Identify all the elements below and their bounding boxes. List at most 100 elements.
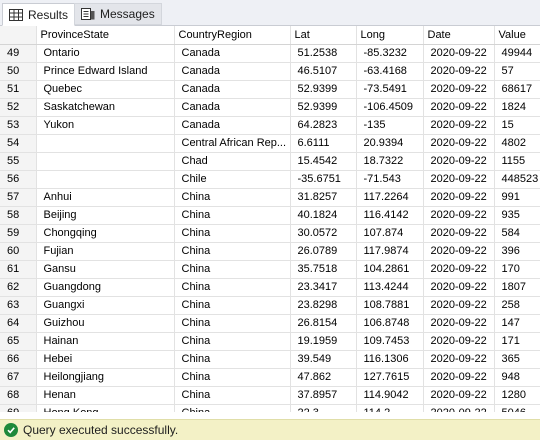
cell-value[interactable]: 171 [494, 332, 540, 351]
cell-lat[interactable]: 26.0789 [290, 242, 357, 261]
cell-value[interactable]: 935 [494, 206, 540, 225]
cell-lat[interactable]: 22.3 [290, 404, 357, 412]
row-number[interactable]: 57 [0, 188, 37, 207]
table-row[interactable]: 69Hong KongChina22.3114.22020-09-225046 [0, 404, 540, 412]
cell-value[interactable]: 15 [494, 116, 540, 135]
cell-countryregion[interactable]: Chile [174, 170, 291, 189]
cell-long[interactable]: -63.4168 [356, 62, 424, 81]
table-row[interactable]: 57 Anhui China 31.8257 117.2264 2020-09-22 991 [0, 188, 540, 207]
cell-long[interactable]: 113.4244 [356, 278, 424, 297]
table-row[interactable]: 55 Chad 15.4542 18.7322 2020-09-22 1155 [0, 152, 540, 171]
cell-long[interactable]: 106.8748 [356, 314, 424, 333]
cell-provincestate[interactable]: Anhui [36, 188, 175, 207]
cell-countryregion[interactable]: China [174, 368, 291, 387]
cell-date[interactable]: 2020-09-22 [423, 368, 495, 387]
cell-value[interactable]: 258 [494, 296, 540, 315]
cell-long[interactable]: 117.9874 [356, 242, 424, 261]
cell-long[interactable]: 18.7322 [356, 152, 424, 171]
cell-date[interactable]: 2020-09-22 [423, 350, 495, 369]
cell-lat[interactable]: -35.6751 [290, 170, 357, 189]
cell-provincestate[interactable]: Quebec [36, 80, 175, 99]
cell-date[interactable]: 2020-09-22 [423, 206, 495, 225]
cell-provincestate[interactable]: Hainan [36, 332, 175, 351]
cell-date[interactable]: 2020-09-22 [423, 296, 495, 315]
cell-provincestate[interactable]: Henan [36, 386, 175, 405]
cell-lat[interactable]: 47.862 [290, 368, 357, 387]
table-row[interactable]: 50 Prince Edward Island Canada 46.5107 -63.4… [0, 62, 540, 81]
column-header-provincestate[interactable]: ProvinceState [36, 26, 175, 45]
cell-provincestate[interactable]: Heilongjiang [36, 368, 175, 387]
cell-provincestate[interactable]: Saskatchewan [36, 98, 175, 117]
cell-long[interactable]: -135 [356, 116, 424, 135]
cell-date[interactable]: 2020-09-22 [423, 224, 495, 243]
row-number[interactable]: 58 [0, 206, 37, 225]
cell-long[interactable]: -85.3232 [356, 44, 424, 63]
table-row[interactable]: 66 Hebei China 39.549 116.1306 2020-09-22 365 [0, 350, 540, 369]
cell-date[interactable]: 2020-09-22 [423, 134, 495, 153]
cell-lat[interactable]: 52.9399 [290, 98, 357, 117]
cell-date[interactable]: 2020-09-22 [423, 44, 495, 63]
table-row[interactable]: 49 Ontario Canada 51.2538 -85.3232 2020-09-22… [0, 44, 540, 63]
row-number[interactable]: 64 [0, 314, 37, 333]
row-number[interactable]: 68 [0, 386, 37, 405]
table-row[interactable]: 67 Heilongjiang China 47.862 127.7615 2020-09… [0, 368, 540, 387]
cell-lat[interactable]: 35.7518 [290, 260, 357, 279]
cell-date[interactable]: 2020-09-22 [423, 116, 495, 135]
table-row[interactable]: 60 Fujian China 26.0789 117.9874 2020-09-22 39… [0, 242, 540, 261]
cell-long[interactable]: 109.7453 [356, 332, 424, 351]
cell-countryregion[interactable]: Canada [174, 116, 291, 135]
cell-date[interactable]: 2020-09-22 [423, 188, 495, 207]
cell-lat[interactable]: 23.8298 [290, 296, 357, 315]
cell-date[interactable]: 2020-09-22 [423, 98, 495, 117]
row-number[interactable]: 69 [0, 404, 37, 412]
cell-lat[interactable]: 26.8154 [290, 314, 357, 333]
cell-countryregion[interactable]: Canada [174, 98, 291, 117]
cell-countryregion[interactable]: China [174, 386, 291, 405]
cell-date[interactable]: 2020-09-22 [423, 80, 495, 99]
cell-countryregion[interactable]: China [174, 206, 291, 225]
cell-value[interactable]: 147 [494, 314, 540, 333]
table-row[interactable]: 53 Yukon Canada 64.2823 -135 2020-09-22 15 [0, 116, 540, 135]
row-number[interactable]: 54 [0, 134, 37, 153]
cell-value[interactable]: 365 [494, 350, 540, 369]
cell-value[interactable]: 396 [494, 242, 540, 261]
row-number[interactable]: 62 [0, 278, 37, 297]
cell-countryregion[interactable]: China [174, 350, 291, 369]
cell-value[interactable]: 5046 [494, 404, 540, 412]
cell-long[interactable]: 104.2861 [356, 260, 424, 279]
cell-value[interactable]: 68617 [494, 80, 540, 99]
cell-provincestate[interactable]: Hebei [36, 350, 175, 369]
column-header-value[interactable]: Value [494, 26, 540, 45]
cell-lat[interactable]: 46.5107 [290, 62, 357, 81]
cell-lat[interactable]: 51.2538 [290, 44, 357, 63]
cell-long[interactable]: -73.5491 [356, 80, 424, 99]
cell-provincestate[interactable]: Guangdong [36, 278, 175, 297]
cell-countryregion[interactable]: China [174, 314, 291, 333]
row-number-header[interactable] [0, 26, 37, 45]
cell-date[interactable]: 2020-09-22 [423, 62, 495, 81]
cell-value[interactable]: 57 [494, 62, 540, 81]
cell-date[interactable]: 2020-09-22 [423, 170, 495, 189]
row-number[interactable]: 53 [0, 116, 37, 135]
cell-value[interactable]: 49944 [494, 44, 540, 63]
results-grid[interactable]: ProvinceState CountryRegion Lat Long Dat… [0, 26, 540, 412]
cell-provincestate[interactable] [36, 152, 175, 171]
cell-provincestate[interactable]: Gansu [36, 260, 175, 279]
row-number[interactable]: 63 [0, 296, 37, 315]
row-number[interactable]: 59 [0, 224, 37, 243]
cell-long[interactable]: -71.543 [356, 170, 424, 189]
row-number[interactable]: 49 [0, 44, 37, 63]
table-row[interactable]: 65 Hainan China 19.1959 109.7453 2020-09-22 17… [0, 332, 540, 351]
row-number[interactable]: 60 [0, 242, 37, 261]
cell-provincestate[interactable] [36, 170, 175, 189]
cell-countryregion[interactable]: China [174, 260, 291, 279]
cell-value[interactable]: 1807 [494, 278, 540, 297]
cell-countryregion[interactable]: China [174, 296, 291, 315]
cell-lat[interactable]: 52.9399 [290, 80, 357, 99]
cell-long[interactable]: 108.7881 [356, 296, 424, 315]
row-number[interactable]: 56 [0, 170, 37, 189]
row-number[interactable]: 65 [0, 332, 37, 351]
cell-countryregion[interactable]: Canada [174, 62, 291, 81]
cell-long[interactable]: 116.1306 [356, 350, 424, 369]
table-row[interactable]: 54 Central African Rep... 6.6111 20.9394 202… [0, 134, 540, 153]
